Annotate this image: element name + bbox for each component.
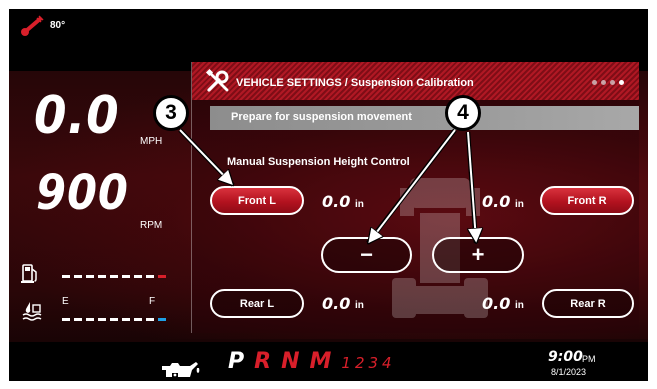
- page-indicator[interactable]: [592, 80, 624, 85]
- rear-left-button[interactable]: Rear L: [210, 289, 304, 318]
- fuel-empty-label: E: [62, 296, 69, 307]
- fuel-level-bar: [62, 275, 166, 278]
- prompt-text: Prepare for suspension movement: [231, 111, 412, 123]
- gear-r: R: [254, 349, 272, 374]
- coolant-level-icon: [22, 302, 42, 321]
- panel-title: VEHICLE SETTINGS / Suspension Calibratio…: [236, 77, 474, 89]
- front-right-height: 0.0: [482, 192, 511, 211]
- page-dot-active: [619, 80, 624, 85]
- rear-left-height: 0.0: [322, 294, 351, 313]
- section-label: Manual Suspension Height Control: [227, 156, 410, 168]
- thermometer-icon: [21, 15, 44, 36]
- front-left-height: 0.0: [322, 192, 351, 211]
- callout-3: 3: [153, 95, 189, 131]
- speed-unit: MPH: [140, 136, 163, 147]
- lower-button[interactable]: −: [321, 237, 412, 273]
- coolant-level-bar: [62, 318, 166, 321]
- page-dot: [601, 80, 606, 85]
- rpm-unit: RPM: [140, 220, 163, 231]
- front-right-button[interactable]: Front R: [540, 186, 634, 215]
- wrench-screwdriver-icon: [205, 68, 229, 92]
- temperature-readout: 80°: [50, 20, 66, 31]
- callout-4: 4: [445, 95, 481, 131]
- rear-right-height: 0.0: [482, 294, 511, 313]
- front-left-button[interactable]: Front L: [210, 186, 304, 215]
- front-left-unit: in: [355, 199, 364, 210]
- page-dot: [592, 80, 597, 85]
- fuel-pump-icon: [21, 264, 37, 283]
- gear-selector: P R N M 1234: [228, 349, 396, 374]
- rpm-value: 900: [36, 165, 129, 221]
- raise-button[interactable]: +: [432, 237, 524, 273]
- gear-m: M: [309, 349, 332, 374]
- front-right-unit: in: [515, 199, 524, 210]
- clock-time: 9:00: [548, 349, 583, 365]
- rear-left-unit: in: [355, 300, 364, 311]
- fuel-full-label: F: [149, 296, 156, 307]
- gear-n: N: [281, 349, 300, 374]
- rear-right-unit: in: [515, 300, 524, 311]
- gear-p: P: [228, 349, 245, 374]
- manual-gear-numbers: 1234: [341, 354, 396, 372]
- clock-ampm: PM: [582, 354, 596, 364]
- page-dot: [610, 80, 615, 85]
- rear-right-button[interactable]: Rear R: [542, 289, 634, 318]
- clock-date: 8/1/2023: [551, 367, 587, 377]
- speed-value: 0.0: [34, 86, 120, 146]
- oil-pressure-icon: [162, 362, 200, 378]
